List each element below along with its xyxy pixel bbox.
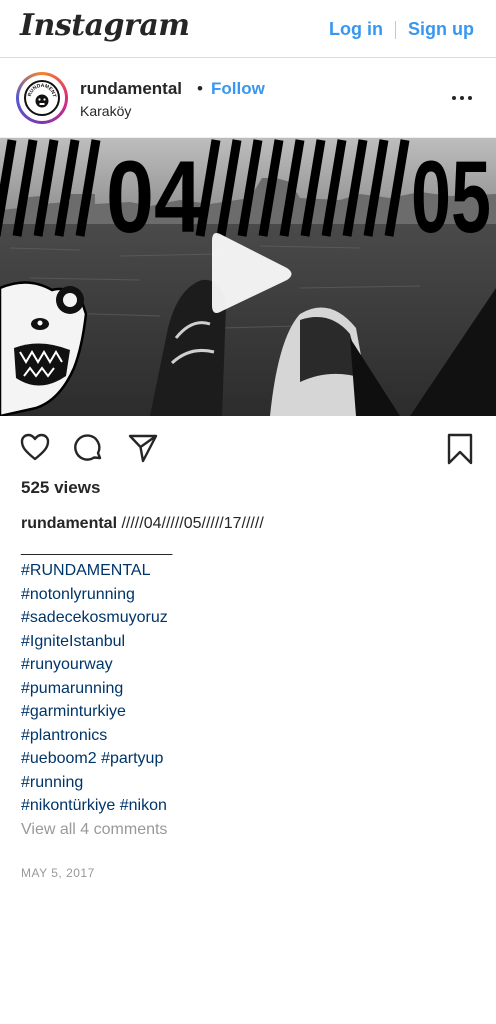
hashtag-link[interactable]: #plantronics [21,724,476,748]
video-frame: 04 05 [0,138,496,416]
post-username[interactable]: rundamental [80,79,182,99]
more-options-icon[interactable] [452,96,472,100]
caption-first-line: rundamental /////04/////05/////17///// [21,512,476,536]
hashtag-link[interactable]: #running [21,771,476,795]
instagram-logo[interactable]: Instagram [20,8,190,43]
post-date: MAY 5, 2017 [21,866,95,880]
hashtag-link[interactable]: #sadecekosmuyoruz [21,606,476,630]
hashtag-link[interactable]: #nikontürkiye [21,797,115,814]
bookmark-icon[interactable] [446,433,474,470]
caption-rule: _________________ [21,538,173,556]
comment-icon[interactable] [74,433,104,468]
share-icon[interactable] [128,433,158,468]
hashtag-link[interactable]: #runyourway [21,653,476,677]
avatar-logo: RUNDAMENTAL [24,80,60,116]
avatar[interactable]: RUNDAMENTAL [16,72,68,124]
view-comments-link[interactable]: View all 4 comments [21,818,476,842]
auth-links: Log in Sign up [329,19,474,40]
overlay-number-right: 05 [411,140,491,254]
hashtag-link[interactable]: #ueboom2 [21,750,97,767]
post-caption: rundamental /////04/////05/////17///// _… [21,512,476,841]
hashtag-link[interactable]: #partyup [101,750,163,767]
view-count: 525 views [21,478,101,497]
post-video[interactable]: 04 05 [0,138,496,416]
login-link[interactable]: Log in [329,19,383,40]
follow-button[interactable]: Follow [211,79,265,99]
auth-divider [395,20,396,39]
hashtag-link[interactable]: #garminturkiye [21,700,476,724]
signup-link[interactable]: Sign up [408,19,474,40]
post-actions [0,416,496,476]
hashtag-link[interactable]: #nikon [120,797,167,814]
hashtag-line: #nikontürkiye #nikon [21,794,476,818]
username-separator: • [197,79,203,98]
overlay-number-left: 04 [106,140,202,254]
caption-username[interactable]: rundamental [21,515,117,532]
post-header: RUNDAMENTAL rundamental • Follow Karaköy [0,58,496,138]
hashtag-link[interactable]: #IgniteIstanbul [21,630,476,654]
hashtag-line: #ueboom2 #partyup [21,747,476,771]
hashtag-link[interactable]: #pumarunning [21,677,476,701]
bear-logo-icon: RUNDAMENTAL [26,82,57,108]
post-location[interactable]: Karaköy [80,103,131,119]
caption-text: /////04/////05/////17///// [121,515,264,532]
hashtag-link[interactable]: #RUNDAMENTAL [21,559,476,583]
top-navigation-bar: Instagram Log in Sign up [0,0,496,58]
heart-icon[interactable] [20,433,50,466]
hashtag-link[interactable]: #notonlyrunning [21,583,476,607]
